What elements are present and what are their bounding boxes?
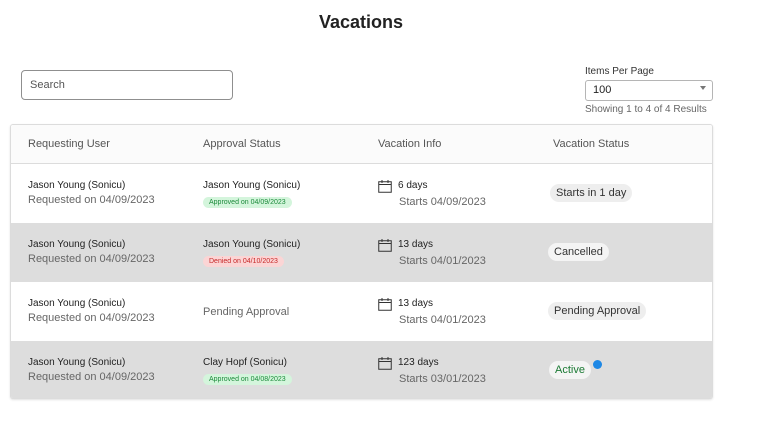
approval-badge: Approved on 04/08/2023 <box>203 374 292 385</box>
items-per-page-select[interactable]: 100 <box>585 80 713 101</box>
table-row[interactable]: Jason Young (Sonicu) Requested on 04/09/… <box>11 341 712 398</box>
vacation-days: 13 days <box>398 298 434 309</box>
calendar-icon <box>378 239 392 252</box>
requested-date: Requested on 04/09/2023 <box>28 253 155 265</box>
header-vacation-info[interactable]: Vacation Info <box>378 138 441 150</box>
calendar-icon <box>378 298 392 311</box>
vacation-days: 123 days <box>398 357 439 368</box>
table-header: Requesting User Approval Status Vacation… <box>11 125 712 164</box>
approval-status-cell: Jason Young (Sonicu) Approved on 04/09/2… <box>203 180 300 209</box>
approval-badge: Denied on 04/10/2023 <box>203 256 284 267</box>
vacation-status-badge: Cancelled <box>548 243 609 261</box>
approval-pending-text: Pending Approval <box>203 306 290 318</box>
approver-name: Jason Young (Sonicu) <box>203 180 301 191</box>
calendar-icon <box>378 180 392 193</box>
header-approval-status[interactable]: Approval Status <box>203 138 281 150</box>
vacation-start: Starts 04/01/2023 <box>399 255 486 267</box>
table-row[interactable]: Jason Young (Sonicu) Requested on 04/09/… <box>11 223 712 282</box>
requesting-user-cell: Jason Young (Sonicu) Requested on 04/09/… <box>28 239 155 265</box>
vacation-days: 13 days <box>398 239 434 250</box>
active-indicator-dot <box>593 360 602 369</box>
requested-date: Requested on 04/09/2023 <box>28 312 155 324</box>
calendar-icon <box>378 357 392 370</box>
vacation-start: Starts 04/09/2023 <box>399 196 486 208</box>
requested-date: Requested on 04/09/2023 <box>28 371 155 383</box>
requesting-user-cell: Jason Young (Sonicu) Requested on 04/09/… <box>28 357 155 383</box>
requesting-user-cell: Jason Young (Sonicu) Requested on 04/09/… <box>28 298 155 324</box>
approval-badge: Approved on 04/09/2023 <box>203 197 292 208</box>
approval-status-cell: Clay Hopf (Sonicu) Approved on 04/08/202… <box>203 357 292 386</box>
vacation-info-cell: 6 days Starts 04/09/2023 <box>378 180 498 212</box>
header-vacation-status[interactable]: Vacation Status <box>553 138 629 150</box>
user-name: Jason Young (Sonicu) <box>28 239 126 250</box>
user-name: Jason Young (Sonicu) <box>28 180 126 191</box>
vacations-table: Requesting User Approval Status Vacation… <box>10 124 713 399</box>
vacation-start: Starts 04/01/2023 <box>399 314 486 326</box>
chevron-down-icon <box>700 86 706 90</box>
table-row[interactable]: Jason Young (Sonicu) Requested on 04/09/… <box>11 164 712 223</box>
items-per-page-label: Items Per Page <box>585 66 654 77</box>
user-name: Jason Young (Sonicu) <box>28 298 126 309</box>
approver-name: Clay Hopf (Sonicu) <box>203 357 287 368</box>
vacation-status-badge: Pending Approval <box>548 302 647 320</box>
user-name: Jason Young (Sonicu) <box>28 357 126 368</box>
vacation-start: Starts 03/01/2023 <box>399 373 486 385</box>
items-per-page-value: 100 <box>593 84 612 96</box>
search-input[interactable] <box>21 70 233 100</box>
results-summary: Showing 1 to 4 of 4 Results <box>585 104 707 115</box>
vacation-status-badge: Active <box>549 361 591 379</box>
vacation-info-cell: 123 days Starts 03/01/2023 <box>378 357 498 389</box>
approval-status-cell: Jason Young (Sonicu) Denied on 04/10/202… <box>203 239 300 268</box>
vacation-days: 6 days <box>398 180 428 191</box>
vacation-status-badge: Starts in 1 day <box>550 184 633 202</box>
approver-name: Jason Young (Sonicu) <box>203 239 301 250</box>
requesting-user-cell: Jason Young (Sonicu) Requested on 04/09/… <box>28 180 155 206</box>
requested-date: Requested on 04/09/2023 <box>28 194 155 206</box>
vacation-info-cell: 13 days Starts 04/01/2023 <box>378 298 498 330</box>
header-requesting-user[interactable]: Requesting User <box>28 138 110 150</box>
vacation-info-cell: 13 days Starts 04/01/2023 <box>378 239 498 271</box>
table-row[interactable]: Jason Young (Sonicu) Requested on 04/09/… <box>11 282 712 341</box>
page-title: Vacations <box>318 12 404 32</box>
